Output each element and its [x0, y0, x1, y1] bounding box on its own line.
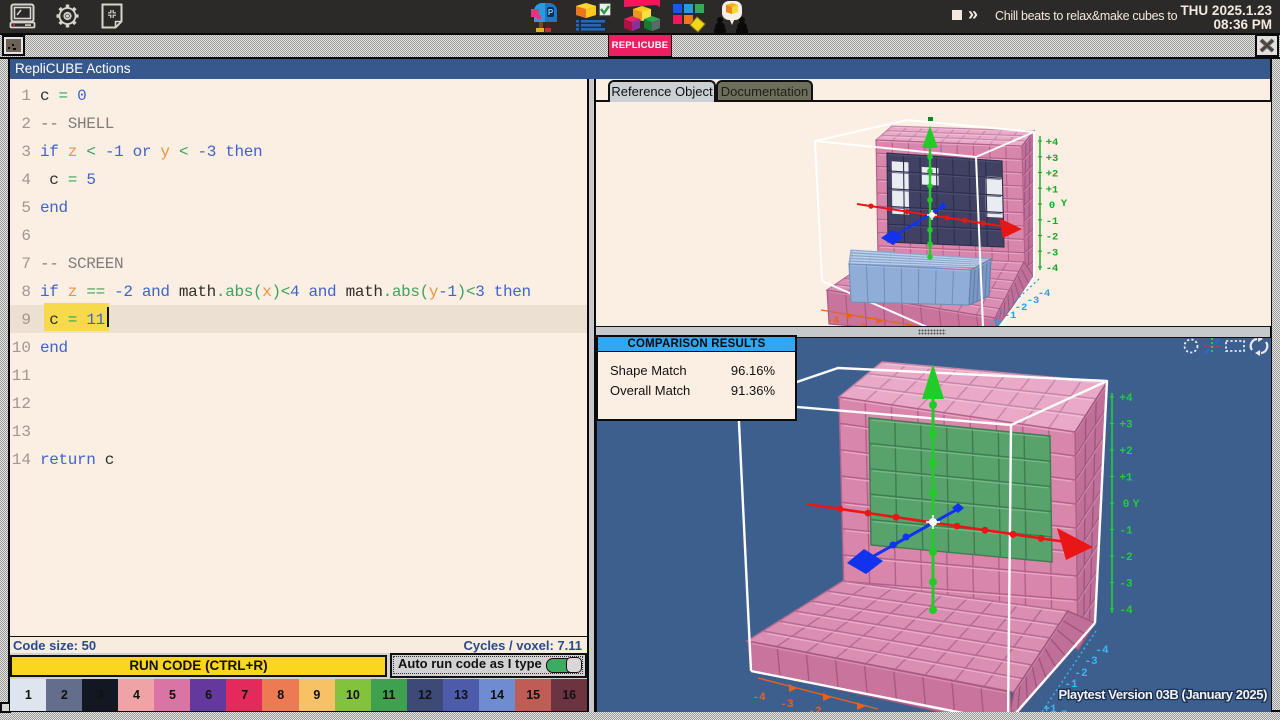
- svg-text:-1: -1: [1004, 310, 1017, 322]
- svg-text:-4: -4: [752, 692, 766, 704]
- svg-text:+4: +4: [1046, 137, 1059, 149]
- svg-text:-4: -4: [827, 315, 840, 326]
- svg-text:-3: -3: [780, 699, 794, 711]
- svg-text:0: 0: [1049, 200, 1055, 212]
- svg-text:+3: +3: [1119, 420, 1133, 432]
- svg-text:Y: Y: [1133, 499, 1140, 511]
- svg-text:+2: +2: [1119, 446, 1132, 458]
- svg-text:+1: +1: [1119, 473, 1133, 485]
- svg-text:Playtest Version 03B (January: Playtest Version 03B (January 2025): [1058, 687, 1267, 702]
- svg-text:P: P: [548, 8, 554, 17]
- svg-text:-2: -2: [1046, 232, 1059, 244]
- svg-text:+3: +3: [1046, 153, 1059, 165]
- svg-text:+1: +1: [1043, 704, 1057, 712]
- svg-text:-2: -2: [1119, 552, 1132, 564]
- svg-text:+4: +4: [1119, 393, 1133, 405]
- svg-text:-3: -3: [854, 322, 867, 326]
- svg-text:-4: -4: [1038, 288, 1051, 300]
- svg-text:-3: -3: [1119, 579, 1133, 591]
- svg-text:-4: -4: [1046, 263, 1059, 275]
- svg-text:-4: -4: [1119, 605, 1133, 617]
- svg-text:-1: -1: [1119, 526, 1133, 538]
- svg-text:Y: Y: [1061, 198, 1068, 210]
- svg-text:-3: -3: [1084, 656, 1098, 668]
- svg-text:Z: Z: [1061, 710, 1068, 712]
- svg-text:-2: -2: [808, 706, 821, 712]
- svg-text:+1: +1: [1046, 184, 1059, 196]
- svg-text:+2: +2: [1046, 169, 1059, 181]
- svg-text:-2: -2: [1015, 302, 1028, 314]
- svg-text:-3: -3: [1027, 295, 1040, 307]
- svg-text:0: 0: [1123, 499, 1130, 511]
- svg-text:0: 0: [995, 317, 1001, 326]
- svg-text:-1: -1: [1046, 216, 1059, 228]
- svg-text:-3: -3: [1046, 247, 1059, 259]
